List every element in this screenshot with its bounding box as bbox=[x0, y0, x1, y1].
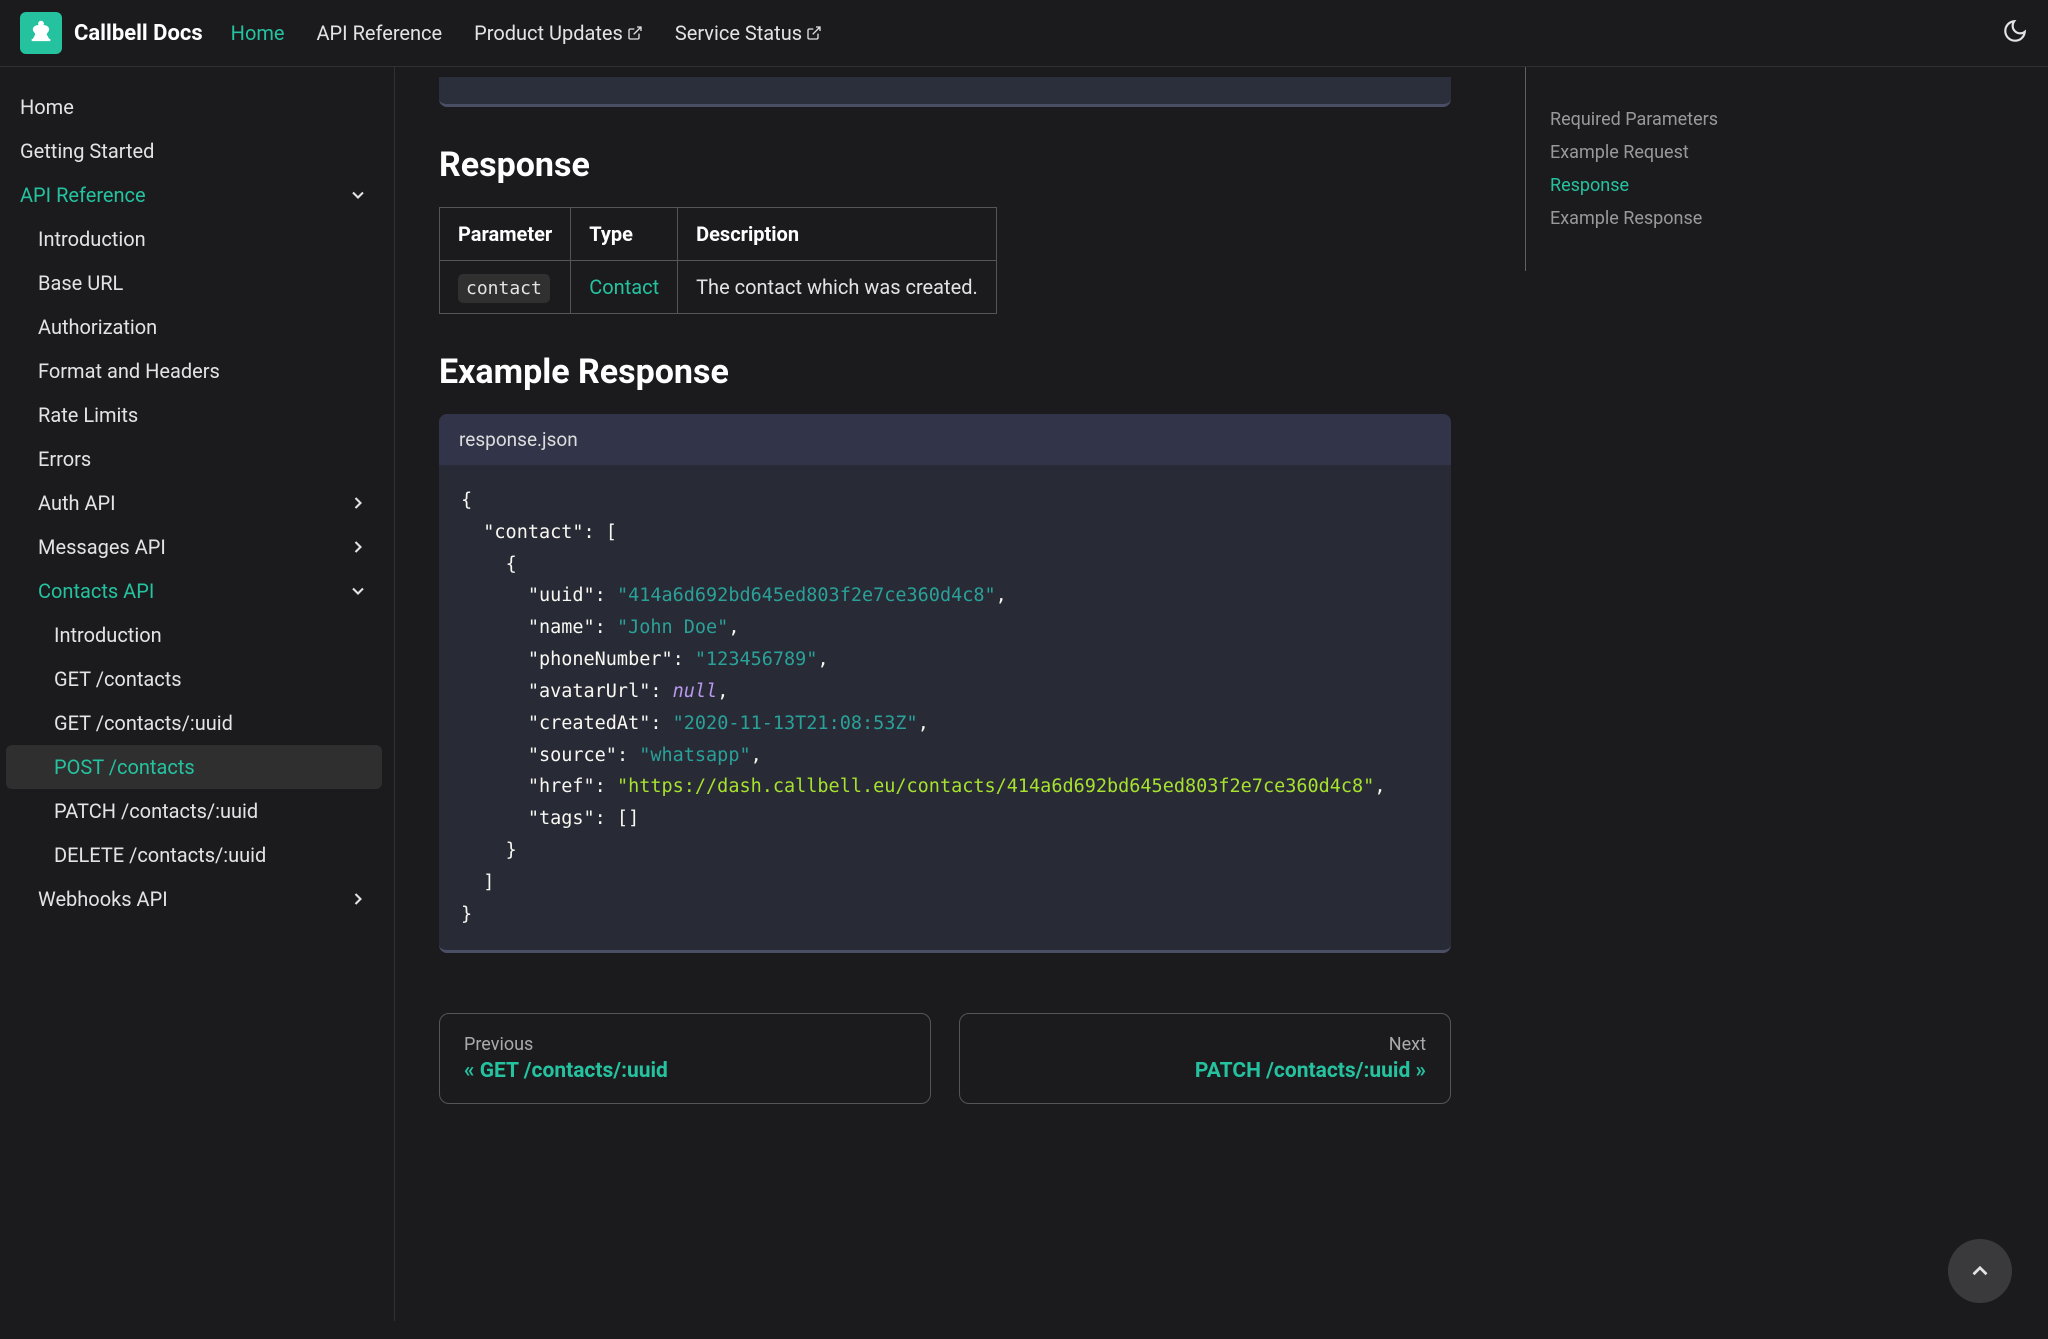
nav-service-status[interactable]: Service Status bbox=[675, 21, 822, 45]
td-type: Contact bbox=[571, 261, 678, 314]
json-value: "414a6d692bd645ed803f2e7ce360d4c8" bbox=[617, 585, 996, 606]
json-key: "avatarUrl" bbox=[528, 681, 651, 702]
code-body: { "contact": [ { "uuid": "414a6d692bd645… bbox=[439, 465, 1451, 950]
scroll-to-top-button[interactable] bbox=[1948, 1239, 2012, 1303]
nav-home[interactable]: Home bbox=[231, 21, 285, 45]
th-type: Type bbox=[571, 208, 678, 261]
sidebar-base-url[interactable]: Base URL bbox=[6, 261, 382, 305]
prev-page-card[interactable]: Previous « GET /contacts/:uuid bbox=[439, 1013, 931, 1104]
toc-example-request[interactable]: Example Request bbox=[1550, 136, 1781, 169]
toc-required-parameters[interactable]: Required Parameters bbox=[1550, 103, 1781, 136]
sidebar: Home Getting Started API Reference Intro… bbox=[0, 67, 395, 1321]
chevron-down-icon bbox=[348, 185, 368, 205]
brand-title: Callbell Docs bbox=[74, 21, 203, 46]
external-link-icon bbox=[806, 25, 822, 41]
json-value: null bbox=[673, 681, 718, 702]
moon-icon bbox=[2002, 18, 2028, 44]
code-title: response.json bbox=[439, 414, 1451, 465]
theme-toggle[interactable] bbox=[2002, 18, 2028, 48]
prev-label: Previous bbox=[464, 1034, 906, 1055]
heading-example-response: Example Response bbox=[439, 352, 1451, 392]
sidebar-get-contacts[interactable]: GET /contacts bbox=[6, 657, 382, 701]
json-value: "whatsapp" bbox=[639, 745, 750, 766]
sidebar-errors[interactable]: Errors bbox=[6, 437, 382, 481]
sidebar-webhooks-api[interactable]: Webhooks API bbox=[6, 877, 382, 921]
nav-api-reference[interactable]: API Reference bbox=[317, 21, 443, 45]
sidebar-api-reference-label: API Reference bbox=[20, 183, 146, 207]
main-content: Response Parameter Type Description cont… bbox=[395, 67, 1495, 1321]
code-card: response.json { "contact": [ { "uuid": "… bbox=[439, 414, 1451, 953]
sidebar-contacts-api[interactable]: Contacts API bbox=[6, 569, 382, 613]
nav-product-updates[interactable]: Product Updates bbox=[474, 21, 643, 45]
chevron-right-icon bbox=[348, 493, 368, 513]
sidebar-introduction[interactable]: Introduction bbox=[6, 217, 382, 261]
param-code: contact bbox=[458, 274, 550, 303]
next-title: PATCH /contacts/:uuid » bbox=[984, 1059, 1426, 1083]
external-link-icon bbox=[627, 25, 643, 41]
prev-title: « GET /contacts/:uuid bbox=[464, 1059, 906, 1083]
json-key: "phoneNumber" bbox=[528, 649, 673, 670]
nav-product-updates-label: Product Updates bbox=[474, 21, 623, 45]
sidebar-get-contact-uuid[interactable]: GET /contacts/:uuid bbox=[6, 701, 382, 745]
th-parameter: Parameter bbox=[440, 208, 571, 261]
response-table: Parameter Type Description contact Conta… bbox=[439, 207, 997, 314]
sidebar-home[interactable]: Home bbox=[6, 85, 382, 129]
json-key: "name" bbox=[528, 617, 595, 638]
json-key: "uuid" bbox=[528, 585, 595, 606]
sidebar-delete-contacts[interactable]: DELETE /contacts/:uuid bbox=[6, 833, 382, 877]
sidebar-auth-api-label: Auth API bbox=[38, 491, 116, 515]
chevron-right-icon bbox=[348, 889, 368, 909]
next-page-card[interactable]: Next PATCH /contacts/:uuid » bbox=[959, 1013, 1451, 1104]
sidebar-messages-api[interactable]: Messages API bbox=[6, 525, 382, 569]
json-key: "createdAt" bbox=[528, 713, 651, 734]
sidebar-api-reference[interactable]: API Reference bbox=[6, 173, 382, 217]
json-key: "tags" bbox=[528, 808, 595, 829]
sidebar-getting-started[interactable]: Getting Started bbox=[6, 129, 382, 173]
nav-service-status-label: Service Status bbox=[675, 21, 802, 45]
chevron-right-icon bbox=[348, 537, 368, 557]
toc-example-response[interactable]: Example Response bbox=[1550, 202, 1781, 235]
td-parameter: contact bbox=[440, 261, 571, 314]
sidebar-authorization[interactable]: Authorization bbox=[6, 305, 382, 349]
sidebar-messages-api-label: Messages API bbox=[38, 535, 166, 559]
td-description: The contact which was created. bbox=[678, 261, 997, 314]
th-description: Description bbox=[678, 208, 997, 261]
json-key: "contact" bbox=[483, 522, 583, 543]
heading-response: Response bbox=[439, 145, 1451, 185]
sidebar-post-contacts[interactable]: POST /contacts bbox=[6, 745, 382, 789]
sidebar-contacts-intro[interactable]: Introduction bbox=[6, 613, 382, 657]
sidebar-webhooks-api-label: Webhooks API bbox=[38, 887, 168, 911]
code-block-partial bbox=[439, 77, 1451, 107]
table-of-contents: Required Parameters Example Request Resp… bbox=[1525, 67, 1805, 271]
json-value: "2020-11-13T21:08:53Z" bbox=[673, 713, 918, 734]
chevron-up-icon bbox=[1967, 1258, 1993, 1284]
toc-response[interactable]: Response bbox=[1550, 169, 1781, 202]
chevron-down-icon bbox=[348, 581, 368, 601]
sidebar-patch-contacts[interactable]: PATCH /contacts/:uuid bbox=[6, 789, 382, 833]
next-label: Next bbox=[984, 1034, 1426, 1055]
json-value: "https://dash.callbell.eu/contacts/414a6… bbox=[617, 776, 1374, 797]
json-key: "href" bbox=[528, 776, 595, 797]
sidebar-auth-api[interactable]: Auth API bbox=[6, 481, 382, 525]
sidebar-rate-limits[interactable]: Rate Limits bbox=[6, 393, 382, 437]
json-key: "source" bbox=[528, 745, 617, 766]
brand-logo[interactable] bbox=[20, 12, 62, 54]
sidebar-format-headers[interactable]: Format and Headers bbox=[6, 349, 382, 393]
sidebar-contacts-api-label: Contacts API bbox=[38, 579, 154, 603]
json-value: "John Doe" bbox=[617, 617, 728, 638]
json-value: "123456789" bbox=[695, 649, 818, 670]
type-link[interactable]: Contact bbox=[589, 275, 659, 299]
